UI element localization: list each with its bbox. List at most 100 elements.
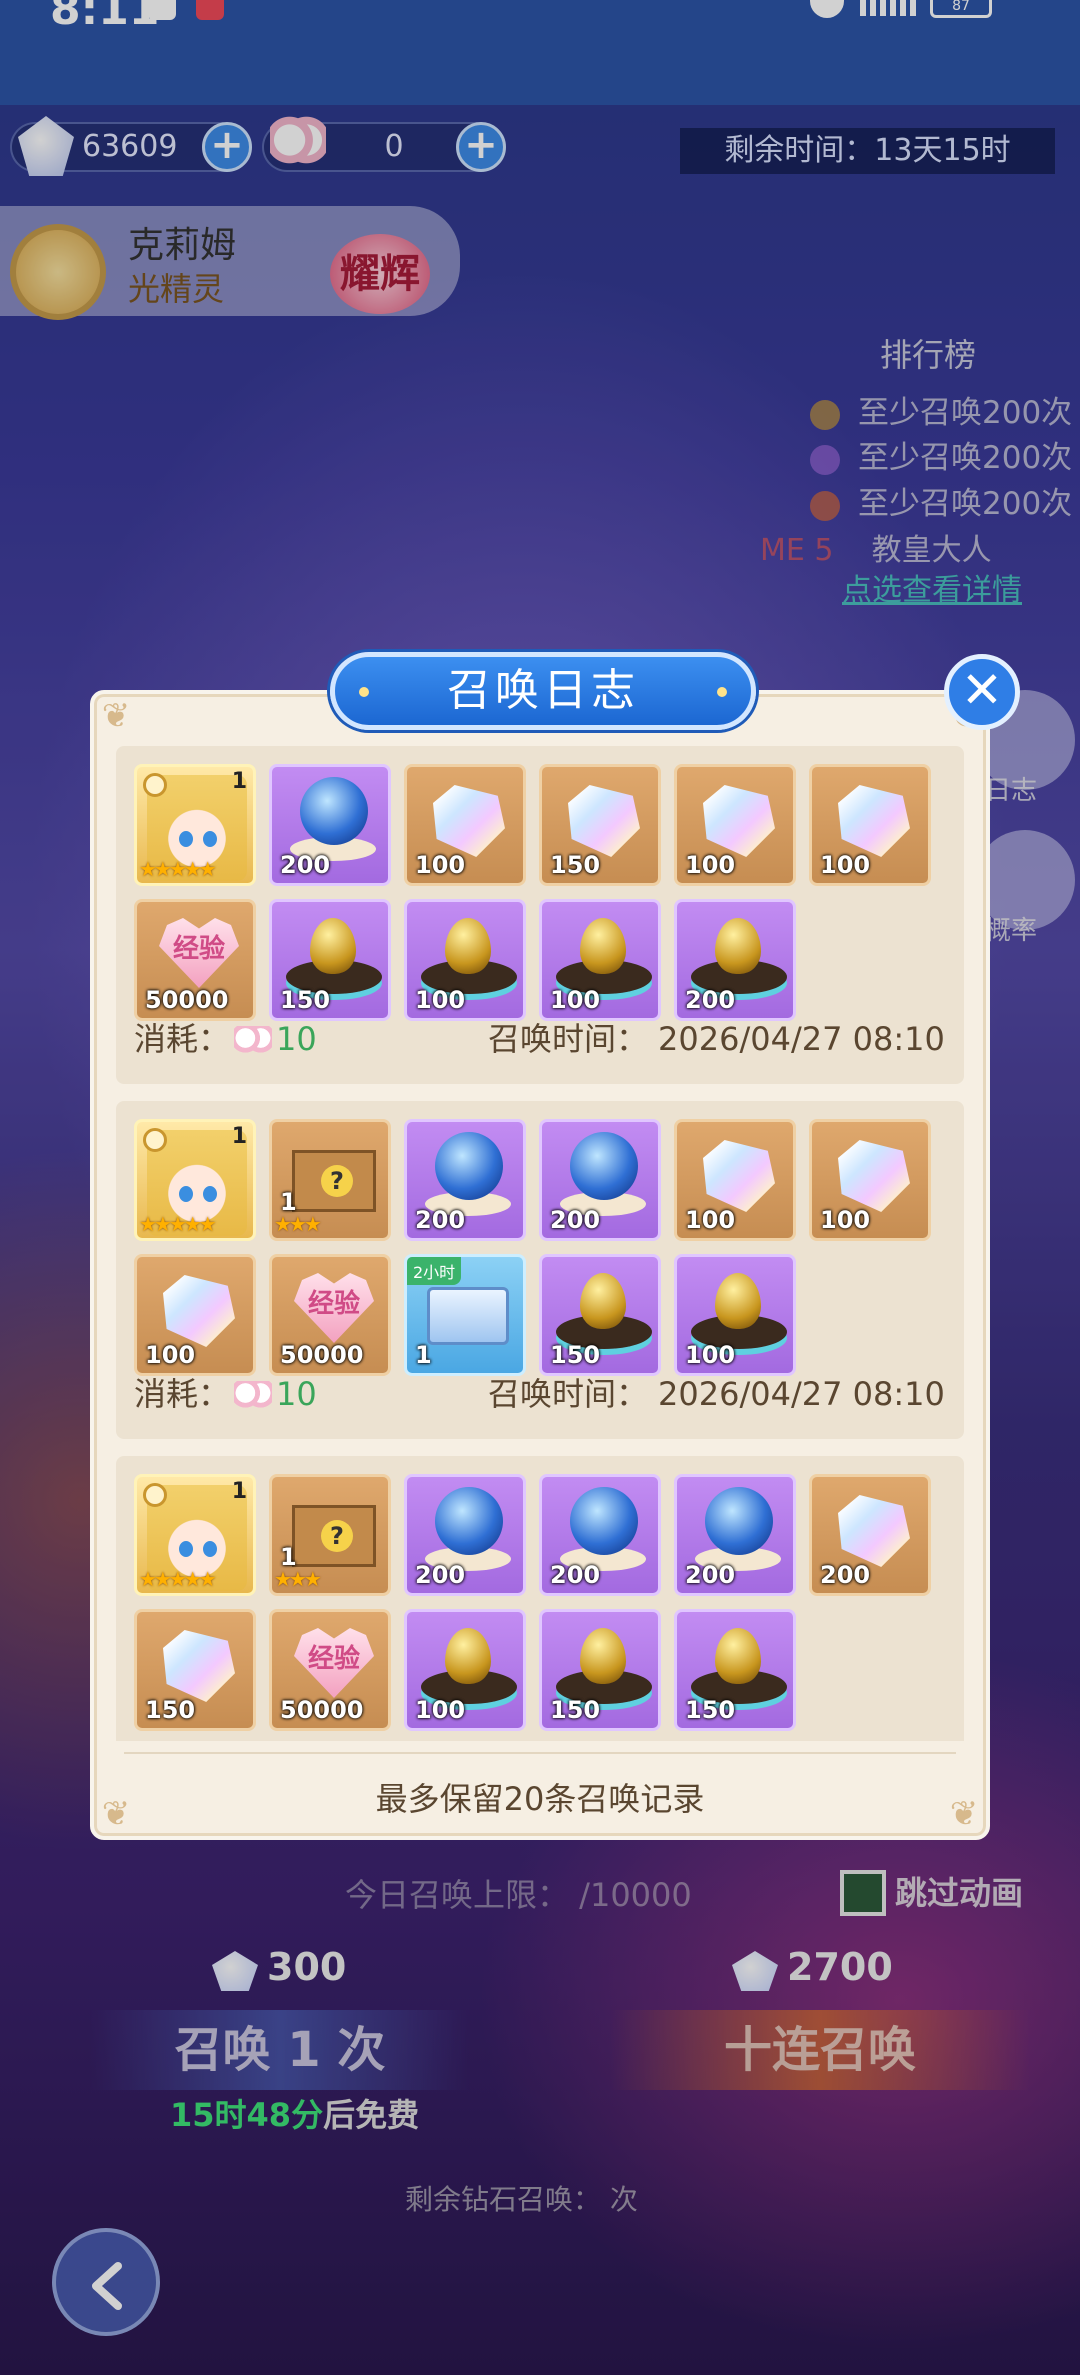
item-count: 50000 <box>145 986 229 1014</box>
item-count: 50000 <box>280 1696 364 1724</box>
item-count: 100 <box>685 1206 736 1234</box>
divider <box>124 1752 956 1754</box>
golden-egg-icon <box>445 1628 491 1684</box>
record-limit-note: 最多保留20条召唤记录 <box>375 1780 705 1818</box>
reward-item-chest[interactable]: 2小时 1 <box>404 1254 526 1376</box>
treasure-chest-icon <box>427 1287 509 1345</box>
crystal-ball-icon <box>435 1487 503 1555</box>
reward-item-exp[interactable]: 经验 50000 <box>269 1254 391 1376</box>
reward-item-egg[interactable]: 150 <box>269 899 391 1021</box>
item-count: 150 <box>685 1696 736 1724</box>
tulip-icon <box>234 1026 273 1056</box>
item-count: 1 <box>280 1543 297 1571</box>
star-rating: ★★★★★ <box>139 857 217 881</box>
duration-tag: 2小时 <box>407 1257 462 1285</box>
reward-item-hero[interactable]: 1 ★★★★★ <box>134 764 256 886</box>
crystal-icon <box>163 1275 235 1347</box>
item-count: 150 <box>550 1341 601 1369</box>
reward-item-egg[interactable]: 150 <box>674 1609 796 1731</box>
item-count: 1 <box>231 1124 247 1149</box>
item-count: 200 <box>550 1206 601 1234</box>
reward-item-egg[interactable]: 100 <box>674 1254 796 1376</box>
reward-item-gem[interactable]: 100 <box>809 1119 931 1241</box>
item-count: 100 <box>415 1696 466 1724</box>
reward-item-gem[interactable]: 200 <box>809 1474 931 1596</box>
reward-item-orb[interactable]: 200 <box>404 1474 526 1596</box>
cost-value: 10 <box>276 1020 317 1058</box>
crystal-icon <box>703 785 775 857</box>
reward-item-orb[interactable]: 200 <box>404 1119 526 1241</box>
question-icon: ? <box>321 1520 353 1552</box>
item-count: 100 <box>685 851 736 879</box>
item-count: 1 <box>231 769 247 794</box>
item-count: 200 <box>550 1561 601 1589</box>
reward-item-gem[interactable]: 100 <box>134 1254 256 1376</box>
reward-item-gem[interactable]: 150 <box>134 1609 256 1731</box>
item-count: 1 <box>280 1188 297 1216</box>
record-list[interactable]: 1 ★★★★★ 200 100 150 100 100 经验 50000 150 100 100 200… <box>116 746 964 1741</box>
crystal-ball-icon <box>300 777 368 845</box>
crystal-ball-icon <box>705 1487 773 1555</box>
exp-heart-icon: 经验 <box>159 918 239 988</box>
reward-item-gem[interactable]: 100 <box>809 764 931 886</box>
time-label: 召唤时间： <box>488 1375 649 1413</box>
item-count: 1 <box>231 1479 247 1504</box>
reward-item-box[interactable]: ? ★★★ 1 <box>269 1119 391 1241</box>
corner-ornament: ❦ <box>101 696 131 736</box>
crystal-ball-icon <box>570 1487 638 1555</box>
reward-item-egg[interactable]: 200 <box>674 899 796 1021</box>
item-count: 150 <box>550 851 601 879</box>
reward-item-egg[interactable]: 150 <box>539 1609 661 1731</box>
item-count: 1 <box>415 1341 432 1369</box>
summon-record: 1 ★★★★★ 200 100 150 100 100 经验 50000 150 100 100 200… <box>116 746 964 1084</box>
crystal-icon <box>838 1495 910 1567</box>
summon-log-dialog: ❦ ❦ ❦ ❦ 召唤日志 ✕ 1★★★★★200100150100100经验50… <box>90 652 1020 1840</box>
crystal-icon <box>568 785 640 857</box>
mystery-box-icon: ? <box>292 1150 376 1212</box>
item-count: 150 <box>145 1696 196 1724</box>
item-count: 100 <box>550 986 601 1014</box>
reward-item-hero[interactable]: 1 ★★★★★ <box>134 1474 256 1596</box>
item-count: 100 <box>820 851 871 879</box>
reward-item-egg[interactable]: 150 <box>539 1254 661 1376</box>
cost-label: 消耗： <box>134 1375 231 1413</box>
time-value: 2026/04/27 08:10 <box>658 1375 945 1413</box>
reward-item-orb[interactable]: 200 <box>674 1474 796 1596</box>
light-element-icon <box>143 1128 167 1152</box>
item-count: 200 <box>685 1561 736 1589</box>
crystal-icon <box>163 1630 235 1702</box>
crystal-icon <box>838 785 910 857</box>
light-element-icon <box>143 1483 167 1507</box>
reward-item-box[interactable]: ? ★★★ 1 <box>269 1474 391 1596</box>
dialog-title: 召唤日志 <box>330 652 756 730</box>
summon-time: 召唤时间： 2026/04/27 08:10 <box>488 1014 945 1060</box>
golden-egg-icon <box>580 1273 626 1329</box>
reward-item-egg[interactable]: 100 <box>404 1609 526 1731</box>
reward-item-orb[interactable]: 200 <box>269 764 391 886</box>
reward-item-exp[interactable]: 经验 50000 <box>269 1609 391 1731</box>
reward-item-gem[interactable]: 100 <box>674 1119 796 1241</box>
golden-egg-icon <box>715 1273 761 1329</box>
crystal-ball-icon <box>570 1132 638 1200</box>
crystal-icon <box>433 785 505 857</box>
summon-record: 1 ★★★★★? ★★★ 1 200 200 100 100 100 经验 50000 2小时 1 150… <box>116 1101 964 1439</box>
reward-item-orb[interactable]: 200 <box>539 1119 661 1241</box>
reward-item-gem[interactable]: 150 <box>539 764 661 886</box>
reward-item-gem[interactable]: 100 <box>404 764 526 886</box>
cost-info: 消耗： 10 <box>134 1369 317 1415</box>
star-rating: ★★★★★ <box>139 1212 217 1236</box>
reward-item-egg[interactable]: 100 <box>404 899 526 1021</box>
time-value: 2026/04/27 08:10 <box>658 1020 945 1058</box>
reward-item-orb[interactable]: 200 <box>539 1474 661 1596</box>
reward-item-exp[interactable]: 经验 50000 <box>134 899 256 1021</box>
item-count: 200 <box>280 851 331 879</box>
summon-record: 1 ★★★★★ ? ★★★ 1 200 200 200 200 150 经验 50000 100 150 1… <box>116 1456 964 1741</box>
item-count: 100 <box>145 1341 196 1369</box>
golden-egg-icon <box>580 1628 626 1684</box>
item-count: 100 <box>685 1341 736 1369</box>
reward-item-hero[interactable]: 1 ★★★★★ <box>134 1119 256 1241</box>
close-button[interactable]: ✕ <box>944 654 1020 730</box>
reward-item-gem[interactable]: 100 <box>674 764 796 886</box>
reward-item-egg[interactable]: 100 <box>539 899 661 1021</box>
crystal-ball-icon <box>435 1132 503 1200</box>
